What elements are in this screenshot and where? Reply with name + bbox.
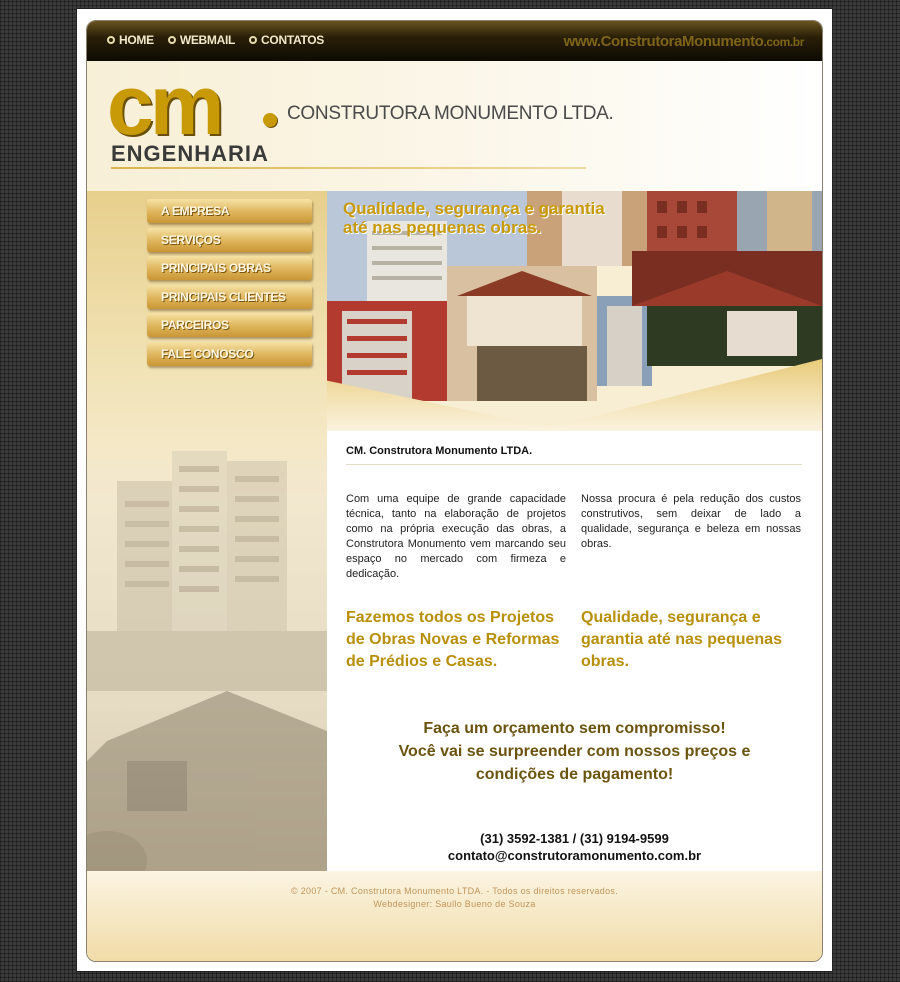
- header-divider: [111, 167, 586, 169]
- menu-item-principais-clientes[interactable]: PRINCIPAIS CLIENTES: [147, 284, 312, 309]
- nav-home[interactable]: HOME: [107, 33, 154, 47]
- contact-info: (31) 3592-1381 / (31) 9194-9599 contato@…: [327, 830, 822, 864]
- offer-text: Faça um orçamento sem compromisso! Você …: [327, 717, 822, 786]
- banner-caption: Qualidade, segurança e garantia até nas …: [343, 199, 605, 237]
- site-url-main: www.ConstrutoraMonumento: [563, 33, 764, 50]
- menu-item-label: FALE CONOSCO: [161, 346, 254, 361]
- email-link[interactable]: contato@construtoramonumento.com.br: [327, 847, 822, 864]
- logo[interactable]: cm: [107, 63, 224, 147]
- phone-numbers: (31) 3592-1381 / (31) 9194-9599: [480, 831, 669, 846]
- paragraph-right: Nossa procura é pela redução dos custos …: [581, 493, 801, 550]
- bullet-icon: [107, 36, 115, 44]
- menu-item-fale-conosco[interactable]: FALE CONOSCO: [147, 341, 312, 366]
- menu-item-a-empresa[interactable]: A EMPRESA: [147, 199, 312, 223]
- company-name: CONSTRUTORA MONUMENTO LTDA.: [287, 103, 614, 124]
- site-url-tld: .com.br: [763, 35, 804, 49]
- bullet-icon: [249, 36, 258, 44]
- left-column: A EMPRESA SERVIÇOS PRINCIPAIS OBRAS PRIN…: [87, 191, 327, 871]
- building-photo: [87, 441, 327, 871]
- hero-banner: Qualidade, segurança e garantia até nas …: [327, 191, 822, 431]
- menu-item-parceiros[interactable]: PARCEIROS: [147, 313, 312, 337]
- highlight-right: Qualidade, segurança e garantia até nas …: [581, 609, 782, 670]
- nav-webmail[interactable]: WEBMAIL: [167, 33, 236, 47]
- offer-line-2: Você vai se surpreender com nossos preço…: [398, 743, 751, 760]
- nav-webmail-label: WEBMAIL: [179, 33, 236, 47]
- menu-item-servicos[interactable]: SERVIÇOS: [147, 227, 312, 252]
- menu-item-label: SERVIÇOS: [161, 232, 221, 247]
- site-frame: HOME WEBMAIL CONTATOS www.ConstrutoraMon…: [86, 20, 823, 962]
- side-menu: A EMPRESA SERVIÇOS PRINCIPAIS OBRAS PRIN…: [147, 199, 312, 370]
- menu-item-label: A EMPRESA: [161, 204, 230, 218]
- menu-item-principais-obras[interactable]: PRINCIPAIS OBRAS: [147, 256, 312, 280]
- menu-item-label: PRINCIPAIS OBRAS: [161, 261, 271, 275]
- logo-dot: [263, 113, 277, 127]
- content-divider: [346, 464, 802, 465]
- nav-home-label: HOME: [119, 33, 154, 47]
- footer-text: © 2007 - CM. Construtora Monumento LTDA.…: [87, 885, 822, 911]
- top-nav: HOME WEBMAIL CONTATOS: [107, 33, 324, 47]
- page-container: HOME WEBMAIL CONTATOS www.ConstrutoraMon…: [76, 8, 833, 972]
- highlight-left: Fazemos todos os Projetos de Obras Novas…: [346, 609, 560, 670]
- site-url: www.ConstrutoraMonumento.com.br: [563, 33, 805, 50]
- menu-item-label: PARCEIROS: [161, 318, 229, 332]
- offer-line-3: condições de pagamento!: [475, 766, 674, 783]
- main-content: CM. Construtora Monumento LTDA. Com uma …: [327, 431, 822, 871]
- paragraph-left: Com uma equipe de grande capacidade técn…: [346, 493, 566, 580]
- webdesigner-credit: Webdesigner: Saullo Bueno de Souza: [373, 899, 536, 909]
- logo-subtitle: ENGENHARIA: [111, 141, 269, 166]
- copyright: © 2007 - CM. Construtora Monumento LTDA.…: [290, 886, 619, 896]
- footer: © 2007 - CM. Construtora Monumento LTDA.…: [87, 871, 822, 961]
- top-nav-bar: HOME WEBMAIL CONTATOS www.ConstrutoraMon…: [87, 21, 822, 61]
- offer-line-1: Faça um orçamento sem compromisso!: [423, 720, 726, 737]
- nav-contatos-label: CONTATOS: [261, 33, 324, 47]
- bullet-icon: [167, 36, 176, 44]
- content-title: CM. Construtora Monumento LTDA.: [346, 445, 533, 457]
- menu-item-label: PRINCIPAIS CLIENTES: [161, 289, 286, 304]
- nav-contatos[interactable]: CONTATOS: [249, 33, 324, 47]
- header: cm ENGENHARIA CONSTRUTORA MONUMENTO LTDA…: [87, 61, 822, 191]
